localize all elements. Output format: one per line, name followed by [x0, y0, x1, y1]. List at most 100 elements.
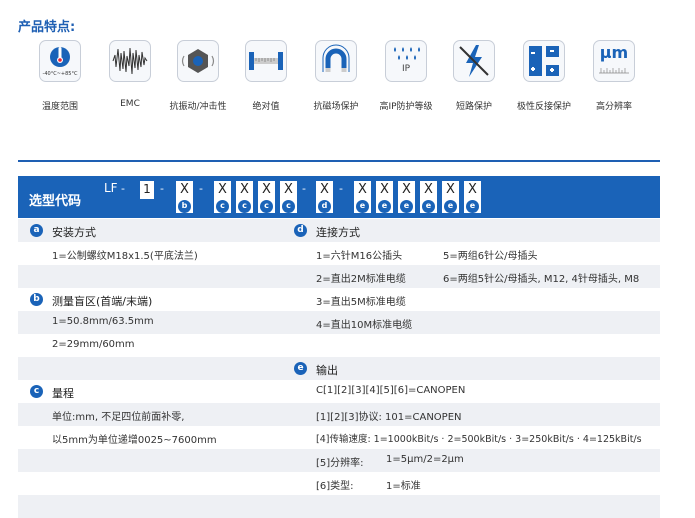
table-row: c 量程 C[1][2][3][4][5][6]=CANOPEN	[18, 380, 660, 403]
section-title-output: 输出	[316, 364, 338, 377]
polarity-icon	[523, 40, 565, 82]
code-slot-x: X	[262, 182, 271, 197]
range-note: 单位:mm, 不足四位前面补零,	[52, 412, 185, 423]
mounting-option: 1=公制螺纹M18x1.5(平底法兰)	[52, 251, 198, 262]
resolution-icon: µm	[593, 40, 635, 82]
feature-magnetic: 抗磁场保护	[298, 40, 374, 112]
code-fixed-box: 1	[140, 181, 154, 199]
section-badge-a: a	[30, 224, 43, 237]
section-badge-e: e	[294, 362, 307, 375]
feature-short-circuit: 短路保护	[436, 40, 512, 112]
code-dash: -	[302, 182, 306, 195]
code-slot-x: X	[180, 182, 189, 197]
code-slot-c3: X c	[258, 181, 275, 213]
code-badge-e: e	[356, 200, 369, 213]
feature-label: 高分辨率	[595, 102, 632, 112]
feature-label: 温度范围	[41, 102, 78, 112]
section-title-dead-zone: 测量盲区(首端/末端)	[52, 295, 153, 308]
code-badge-d: d	[318, 200, 331, 213]
code-badge-b: b	[178, 200, 191, 213]
code-slot-e1: X e	[354, 181, 371, 213]
code-slot-x: X	[240, 182, 249, 197]
code-slot-x: X	[380, 182, 389, 197]
code-slot-e3: X e	[398, 181, 415, 213]
code-slot-x: X	[218, 182, 227, 197]
table-row: 单位:mm, 不足四位前面补零, [1][2][3]协议: 101=CANOPE…	[18, 403, 660, 426]
code-badge-e: e	[422, 200, 435, 213]
code-slot-b: X b	[176, 181, 193, 213]
model-code-title: 选型代码	[29, 194, 82, 209]
code-badge-e: e	[400, 200, 413, 213]
output-option: [1][2][3]协议: 101=CANOPEN	[316, 412, 462, 423]
temperature-range-text: -40°C~+85°C	[42, 71, 78, 77]
ip-text: IP	[401, 64, 411, 74]
code-slot-e6: X e	[464, 181, 481, 213]
code-dash: -	[199, 182, 203, 195]
code-badge-c: c	[238, 200, 251, 213]
code-badge-e: e	[444, 200, 457, 213]
code-dash: -	[339, 182, 343, 195]
feature-absolute: 绝对值	[228, 40, 304, 112]
feature-resolution: µm 高分辨率	[576, 40, 652, 112]
lightning-icon	[453, 40, 495, 82]
feature-icons: -40°C~+85°C 温度范围 EMC 抗振动/冲击性 绝对值 抗磁场保护 I…	[0, 40, 695, 112]
code-slot-e5: X e	[442, 181, 459, 213]
dead-zone-option: 1=50.8mm/63.5mm	[52, 316, 154, 327]
table-row: b 测量盲区(首端/末端) 3=直出5M标准电缆	[18, 288, 660, 311]
features-title: 产品特点:	[18, 20, 76, 35]
code-dash: -	[160, 182, 164, 195]
section-badge-b: b	[30, 293, 43, 306]
code-dash: -	[121, 182, 125, 195]
code-badge-c: c	[282, 200, 295, 213]
section-badge-d: d	[294, 224, 307, 237]
table-row: a 安装方式 d 连接方式	[18, 219, 660, 242]
output-option: [4]传输速度: 1=1000kBit/s · 2=500kBit/s · 3=…	[316, 434, 642, 445]
code-slot-d: X d	[316, 181, 333, 213]
magnet-icon	[315, 40, 357, 82]
model-code-bar: 选型代码 LF - 1 - X b - X c X c X c X c - X …	[18, 176, 660, 218]
connection-option: 3=直出5M标准电缆	[316, 297, 406, 308]
connection-option: 1=六针M16公插头	[316, 251, 403, 262]
table-row: 1=公制螺纹M18x1.5(平底法兰) 1=六针M16公插头 5=两组6针公/母…	[18, 242, 660, 265]
feature-ip: IP 高IP防护等级	[368, 40, 444, 112]
code-slot-c2: X c	[236, 181, 253, 213]
code-slot-e4: X e	[420, 181, 437, 213]
emc-wave-icon	[109, 40, 151, 82]
code-slot-c1: X c	[214, 181, 231, 213]
code-badge-c: c	[260, 200, 273, 213]
code-slot-x: X	[320, 182, 329, 197]
connection-option: 6=两组5针公/母插头, M12, 4针母插头, M8	[443, 274, 640, 285]
water-drops-icon: IP	[385, 40, 427, 82]
feature-label: 短路保护	[455, 102, 492, 112]
table-row: [5]分辨率: 1=5µm/2=2µm	[18, 449, 660, 472]
ruler-icon	[245, 40, 287, 82]
code-slot-x: X	[358, 182, 367, 197]
output-option: C[1][2][3][4][5][6]=CANOPEN	[316, 385, 466, 396]
code-slot-x: X	[424, 182, 433, 197]
connection-option: 5=两组6针公/母插头	[443, 251, 538, 262]
connection-option: 2=直出2M标准电缆	[316, 274, 406, 285]
feature-label: EMC	[120, 99, 140, 109]
table-row: e 输出	[18, 357, 660, 380]
feature-label: 极性反接保护	[516, 102, 571, 112]
section-title-connection: 连接方式	[316, 226, 360, 239]
thermometer-icon: -40°C~+85°C	[39, 40, 81, 82]
code-fixed-value: 1	[143, 182, 151, 196]
output-option-value: 1=5µm/2=2µm	[386, 454, 464, 465]
output-option: [5]分辨率:	[316, 458, 364, 469]
table-row: 2=直出2M标准电缆 6=两组5针公/母插头, M12, 4针母插头, M8	[18, 265, 660, 288]
section-title-mounting: 安装方式	[52, 226, 96, 239]
output-option: [6]类型:	[316, 481, 354, 492]
code-badge-c: c	[216, 200, 229, 213]
connection-option: 4=直出10M标准电缆	[316, 320, 413, 331]
table-row: 1=50.8mm/63.5mm 4=直出10M标准电缆	[18, 311, 660, 334]
code-slot-x: X	[284, 182, 293, 197]
feature-emc: EMC	[92, 40, 168, 109]
feature-polarity: 极性反接保护	[506, 40, 582, 112]
nut-vibration-icon	[177, 40, 219, 82]
section-divider	[18, 160, 660, 162]
range-note: 以5mm为单位递增0025~7600mm	[52, 435, 217, 446]
code-slot-x: X	[402, 182, 411, 197]
feature-vibration: 抗振动/冲击性	[160, 40, 236, 112]
code-slot-e2: X e	[376, 181, 393, 213]
